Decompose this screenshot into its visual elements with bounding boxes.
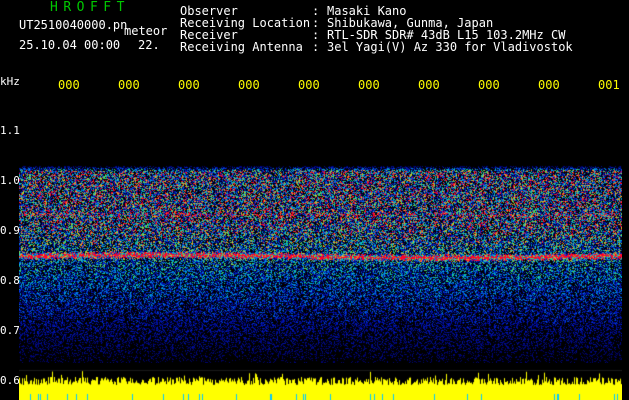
spectrogram-waterfall	[19, 163, 622, 363]
time-tick: 000	[298, 78, 320, 92]
time-tick: 000	[358, 78, 380, 92]
file-name: UT2510040000.pn	[19, 18, 128, 32]
frequency-tick: 0.9	[0, 224, 20, 237]
time-tick: 000	[58, 78, 80, 92]
time-tick: 000	[418, 78, 440, 92]
signal-power-strip	[19, 368, 622, 400]
frequency-tick: 0.8	[0, 274, 20, 287]
meteor-label: meteor	[124, 24, 168, 38]
meteor-count: 22.	[138, 38, 160, 52]
frequency-tick: 0.7	[0, 324, 20, 337]
app-title: HROFFT	[50, 0, 130, 15]
info-value-antenna: 3el Yagi(V) Az 330 for Vladivostok	[327, 40, 573, 54]
time-tick: 000	[178, 78, 200, 92]
hrofft-window: HROFFT UT2510040000.pn meteor 25.10.04 0…	[0, 0, 629, 400]
frequency-tick: 0.6	[0, 374, 20, 387]
frequency-tick: 1.0	[0, 174, 20, 187]
info-label-antenna: Receiving Antenna	[180, 40, 303, 54]
time-tick: 000	[538, 78, 560, 92]
frequency-unit: kHz	[0, 75, 20, 88]
frequency-tick: 1.1	[0, 124, 20, 137]
time-tick: 000	[238, 78, 260, 92]
info-colon: :	[312, 40, 320, 54]
time-tick: 000	[118, 78, 140, 92]
time-tick: 001	[598, 78, 620, 92]
datetime: 25.10.04 00:00	[19, 38, 121, 52]
time-tick: 000	[478, 78, 500, 92]
